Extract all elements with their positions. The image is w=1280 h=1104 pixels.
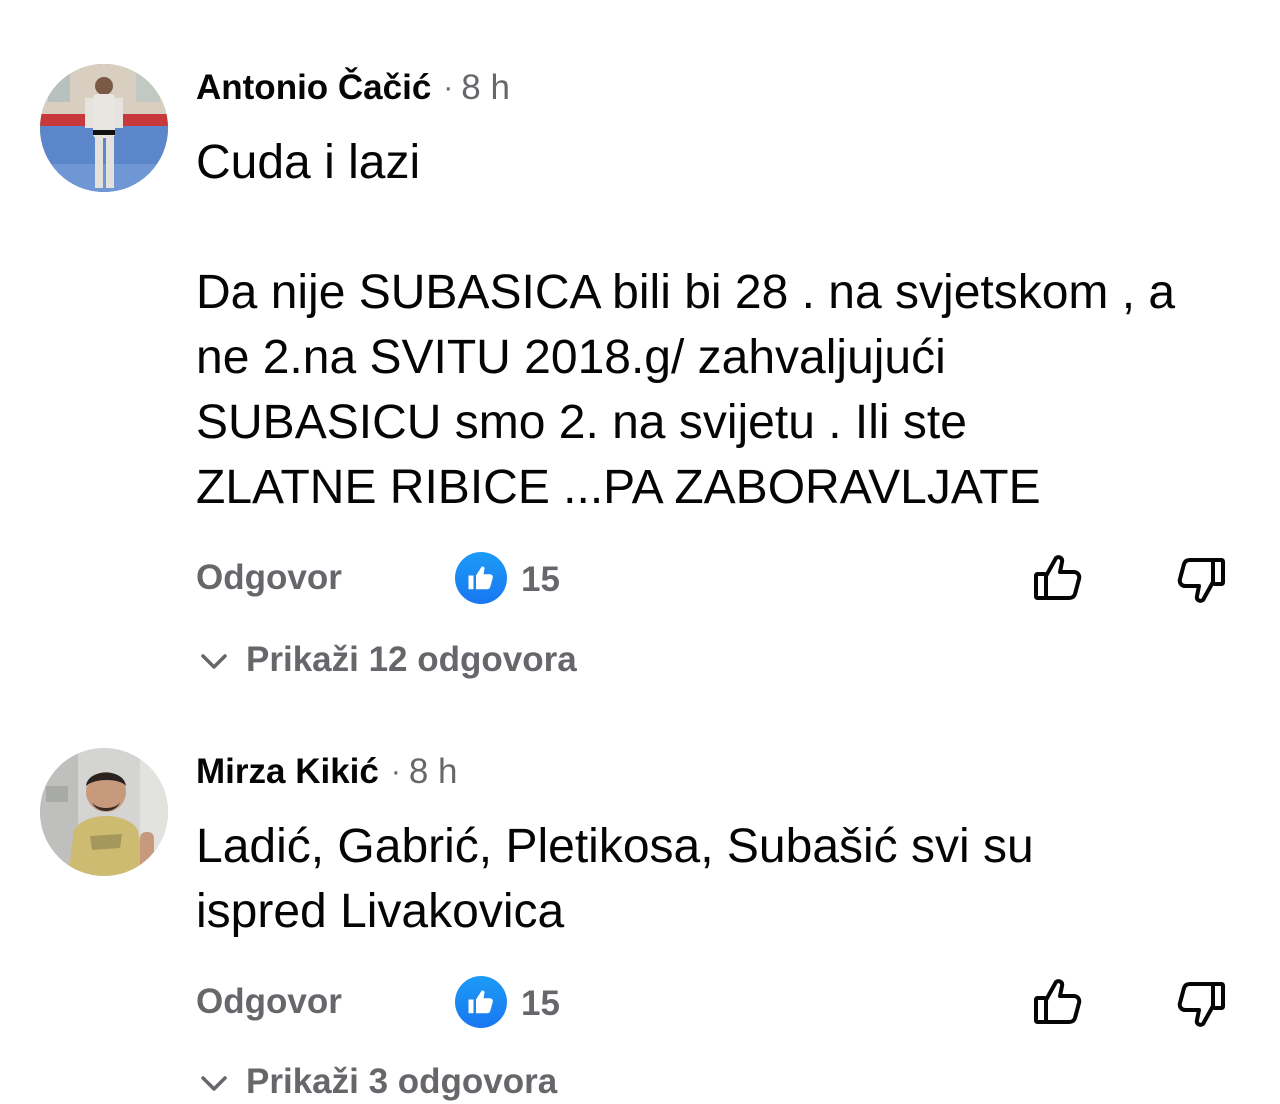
- chevron-down-icon: [201, 654, 227, 669]
- separator-dot: ·: [390, 755, 401, 788]
- thumbs-down-icon[interactable]: [1173, 976, 1229, 1032]
- comment-line: SUBASICU smo 2. na svijetu . Ili ste: [196, 396, 967, 449]
- author-name[interactable]: Antonio Čačić: [196, 68, 431, 108]
- reply-button[interactable]: Odgovor: [196, 558, 342, 598]
- author-name[interactable]: Mirza Kikić: [196, 752, 379, 792]
- comment-line: Da nije SUBASICA bili bi 28 . na svjetsk…: [196, 266, 1176, 319]
- comment-mirza: Mirza Kikić · 8 h Ladić, Gabrić, Pletiko…: [0, 700, 1280, 1101]
- thumbs-up-icon[interactable]: [1030, 974, 1086, 1030]
- timestamp[interactable]: 8 h: [409, 752, 458, 792]
- reaction-count[interactable]: 15: [521, 984, 560, 1024]
- comment-antonio: Antonio Čačić · 8 h Cuda i lazi Da nije …: [0, 0, 1280, 700]
- reply-button[interactable]: Odgovor: [196, 982, 342, 1022]
- comment-line: ispred Livakovica: [196, 885, 565, 938]
- avatar[interactable]: [40, 748, 168, 876]
- comment-actions: Odgovor 15: [0, 550, 1280, 606]
- like-icon[interactable]: [455, 552, 507, 604]
- comment-body: Cuda i lazi Da nije SUBASICA bili bi 28 …: [196, 130, 1266, 520]
- comment-line: ne 2.na SVITU 2018.g/ zahvaljujući: [196, 331, 946, 384]
- comment-header: Mirza Kikić · 8 h: [196, 750, 458, 794]
- avatar[interactable]: [40, 64, 168, 192]
- show-replies-label: Prikaži 3 odgovora: [246, 1062, 558, 1101]
- comment-actions: Odgovor 15: [0, 974, 1280, 1030]
- thumbs-up-icon[interactable]: [1030, 550, 1086, 606]
- comment-body: Ladić, Gabrić, Pletikosa, Subašić svi su…: [196, 814, 1266, 944]
- comment-line: Cuda i lazi: [196, 136, 421, 189]
- thumbs-down-icon[interactable]: [1173, 552, 1229, 608]
- show-replies-link[interactable]: Prikaži 3 odgovora: [196, 1060, 557, 1104]
- timestamp[interactable]: 8 h: [461, 68, 510, 108]
- reaction-count[interactable]: 15: [521, 560, 560, 600]
- comment-line: Ladić, Gabrić, Pletikosa, Subašić svi su: [196, 820, 1034, 873]
- comment-line: ZLATNE RIBICE ...PA ZABORAVLJATE: [196, 461, 1041, 514]
- comment-header: Antonio Čačić · 8 h: [196, 66, 510, 110]
- show-replies-label: Prikaži 12 odgovora: [246, 640, 577, 679]
- show-replies-link[interactable]: Prikaži 12 odgovora: [196, 638, 577, 682]
- separator-dot: ·: [443, 71, 454, 104]
- like-icon[interactable]: [455, 976, 507, 1028]
